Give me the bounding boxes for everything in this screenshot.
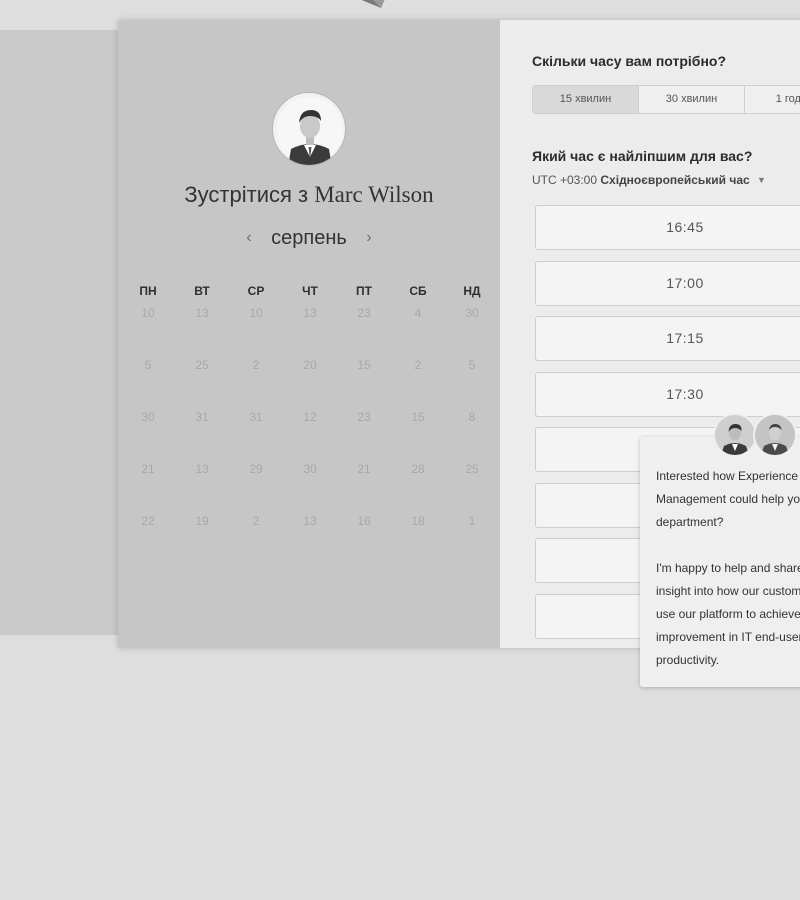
weekday-sat: СБ bbox=[409, 284, 427, 298]
calendar-day[interactable]: 2 bbox=[402, 358, 434, 372]
time-slot[interactable]: 16:45 bbox=[535, 205, 800, 250]
calendar-day[interactable]: 23 bbox=[348, 306, 380, 320]
calendar-day[interactable]: 13 bbox=[294, 514, 326, 528]
time-slot[interactable]: 17:15 bbox=[535, 316, 800, 361]
timezone-name: Східноєвропейський час bbox=[600, 173, 750, 187]
timezone-offset: UTC +03:00 bbox=[532, 173, 598, 187]
weekday-wed: СР bbox=[247, 284, 265, 298]
calendar-day[interactable]: 28 bbox=[402, 462, 434, 476]
background-panel bbox=[0, 30, 118, 635]
duration-selector: 15 хвилин 30 хвилин 1 година bbox=[532, 85, 800, 114]
duration-option-60[interactable]: 1 година bbox=[745, 86, 800, 113]
month-navigation: ‹ серпень › bbox=[118, 227, 500, 250]
calendar-day[interactable]: 2 bbox=[240, 514, 272, 528]
calendar-day[interactable]: 13 bbox=[294, 306, 326, 320]
calendar-day[interactable]: 12 bbox=[294, 410, 326, 424]
calendar-day[interactable]: 20 bbox=[294, 358, 326, 372]
time-slot[interactable]: 17:30 bbox=[535, 372, 800, 417]
calendar-day[interactable]: 18 bbox=[402, 514, 434, 528]
calendar-day[interactable]: 1 bbox=[456, 514, 488, 528]
time-slot[interactable]: 17:00 bbox=[535, 261, 800, 306]
chevron-right-icon[interactable]: › bbox=[358, 229, 379, 247]
person-photo-icon bbox=[715, 415, 755, 455]
calendar-day[interactable]: 4 bbox=[402, 306, 434, 320]
calendar-day[interactable]: 13 bbox=[186, 306, 218, 320]
meet-with-title: Зустрітися з Marc Wilson bbox=[118, 182, 500, 208]
calendar-day[interactable]: 22 bbox=[132, 514, 164, 528]
weekday-fri: ПТ bbox=[356, 284, 372, 298]
calendar-day[interactable]: 21 bbox=[348, 462, 380, 476]
caret-down-icon: ▼ bbox=[757, 175, 766, 185]
calendar-day[interactable]: 15 bbox=[402, 410, 434, 424]
agent-avatar[interactable] bbox=[713, 413, 757, 457]
weekday-mon: ПН bbox=[139, 284, 157, 298]
calendar-day[interactable]: 13 bbox=[186, 462, 218, 476]
duration-option-30[interactable]: 30 хвилин bbox=[639, 86, 745, 113]
calendar-day[interactable]: 16 bbox=[348, 514, 380, 528]
calendar-day[interactable]: 10 bbox=[240, 306, 272, 320]
weekday-sun: НД bbox=[463, 284, 481, 298]
calendar-day[interactable]: 10 bbox=[132, 306, 164, 320]
calendar-day[interactable]: 25 bbox=[186, 358, 218, 372]
calendar-day[interactable]: 21 bbox=[132, 462, 164, 476]
calendar-day[interactable]: 8 bbox=[456, 410, 488, 424]
host-avatar bbox=[272, 92, 346, 166]
calendar-day[interactable]: 29 bbox=[240, 462, 272, 476]
calendar-day[interactable]: 15 bbox=[348, 358, 380, 372]
chat-popup[interactable]: Interested how Experience Management cou… bbox=[640, 437, 800, 687]
time-question: Який час є найліпшим для вас? bbox=[532, 148, 753, 164]
calendar-day[interactable]: 23 bbox=[348, 410, 380, 424]
calendar-day[interactable]: 31 bbox=[186, 410, 218, 424]
weekday-thu: ЧТ bbox=[302, 284, 318, 298]
calendar-day[interactable]: 30 bbox=[294, 462, 326, 476]
host-name: Marc Wilson bbox=[314, 182, 434, 207]
chat-message: Interested how Experience Management cou… bbox=[656, 469, 800, 667]
person-photo-icon bbox=[755, 415, 795, 455]
calendar-day[interactable]: 2 bbox=[240, 358, 272, 372]
calendar-day[interactable]: 25 bbox=[456, 462, 488, 476]
calendar-day[interactable]: 5 bbox=[456, 358, 488, 372]
meet-prefix: Зустрітися з bbox=[184, 182, 309, 207]
month-label: серпень bbox=[271, 227, 347, 249]
chevron-left-icon[interactable]: ‹ bbox=[238, 229, 259, 247]
duration-question: Скільки часу вам потрібно? bbox=[532, 53, 727, 69]
pointer-arrow-icon bbox=[361, 0, 385, 8]
calendar-day[interactable]: 5 bbox=[132, 358, 164, 372]
page: Зустрітися з Marc Wilson ‹ серпень › ПН … bbox=[0, 0, 800, 900]
person-photo-icon bbox=[277, 97, 343, 165]
calendar-day[interactable]: 31 bbox=[240, 410, 272, 424]
weekday-tue: ВТ bbox=[194, 284, 210, 298]
calendar-day[interactable]: 30 bbox=[456, 306, 488, 320]
timezone-dropdown[interactable]: UTC +03:00 Східноєвропейський час ▼ bbox=[532, 173, 766, 187]
agent-avatar[interactable] bbox=[753, 413, 797, 457]
calendar-day[interactable]: 30 bbox=[132, 410, 164, 424]
calendar-day[interactable]: 19 bbox=[186, 514, 218, 528]
host-calendar-panel: Зустрітися з Marc Wilson ‹ серпень › ПН … bbox=[118, 20, 500, 648]
duration-option-15[interactable]: 15 хвилин bbox=[533, 86, 639, 113]
